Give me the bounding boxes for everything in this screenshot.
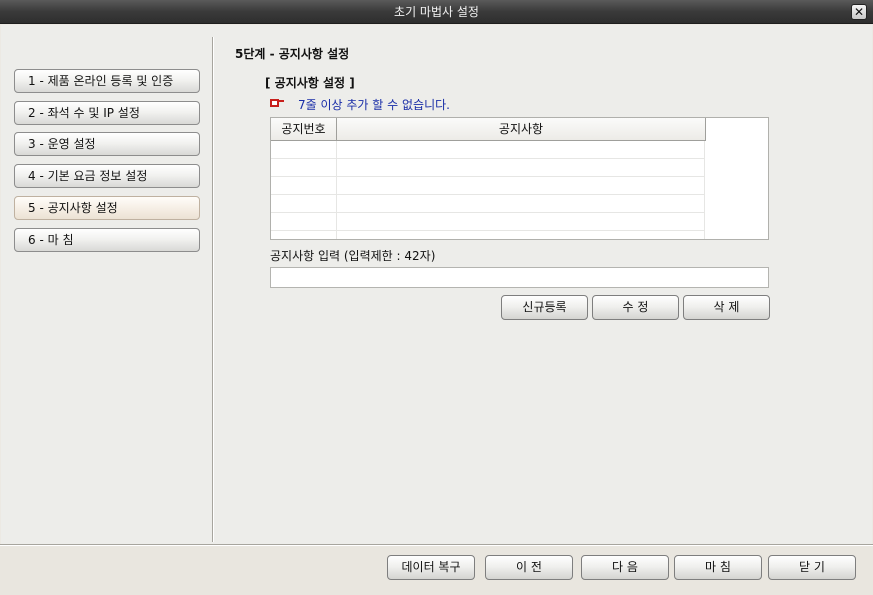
finish-button[interactable]: 마 침 bbox=[674, 555, 762, 580]
step-label: 5 - 공지사항 설정 bbox=[28, 201, 118, 215]
notice-table[interactable]: 공지번호 공지사항 bbox=[270, 117, 769, 240]
edit-button[interactable]: 수 정 bbox=[592, 295, 679, 320]
data-restore-button[interactable]: 데이터 복구 bbox=[387, 555, 475, 580]
column-header-notice[interactable]: 공지사항 bbox=[337, 118, 706, 140]
section-title: [ 공지사항 설정 ] bbox=[265, 76, 355, 90]
table-header: 공지번호 공지사항 bbox=[271, 118, 706, 141]
step-button-1[interactable]: 1 - 제품 온라인 등록 및 인증 bbox=[14, 69, 200, 93]
step-button-6[interactable]: 6 - 마 침 bbox=[14, 228, 200, 252]
step-button-2[interactable]: 2 - 좌석 수 및 IP 설정 bbox=[14, 101, 200, 125]
close-icon[interactable]: ✕ bbox=[851, 4, 867, 20]
delete-button[interactable]: 삭 제 bbox=[683, 295, 770, 320]
panel-divider bbox=[212, 37, 214, 542]
window-title: 초기 마법사 설정 bbox=[394, 5, 479, 19]
step-label: 4 - 기본 요금 정보 설정 bbox=[28, 169, 148, 183]
next-button[interactable]: 다 음 bbox=[581, 555, 669, 580]
close-button[interactable]: 닫 기 bbox=[768, 555, 856, 580]
step-button-4[interactable]: 4 - 기본 요금 정보 설정 bbox=[14, 164, 200, 188]
step-label: 6 - 마 침 bbox=[28, 233, 74, 247]
column-header-number[interactable]: 공지번호 bbox=[271, 118, 337, 140]
title-bar: 초기 마법사 설정 ✕ bbox=[0, 0, 873, 24]
step-label: 3 - 운영 설정 bbox=[28, 137, 96, 151]
column-divider bbox=[336, 141, 337, 239]
step-button-5[interactable]: 5 - 공지사항 설정 bbox=[14, 196, 200, 220]
step-label: 2 - 좌석 수 및 IP 설정 bbox=[28, 106, 140, 120]
step-button-3[interactable]: 3 - 운영 설정 bbox=[14, 132, 200, 156]
warning-text: 7줄 이상 추가 할 수 없습니다. bbox=[298, 98, 450, 112]
hand-pointer-icon bbox=[270, 99, 284, 107]
notice-input-label: 공지사항 입력 (입력제한 : 42자) bbox=[270, 249, 436, 263]
notice-input[interactable] bbox=[270, 267, 769, 288]
step-label: 1 - 제품 온라인 등록 및 인증 bbox=[28, 74, 174, 88]
page-title: 5단계 - 공지사항 설정 bbox=[235, 47, 350, 61]
prev-button[interactable]: 이 전 bbox=[485, 555, 573, 580]
register-button[interactable]: 신규등록 bbox=[501, 295, 588, 320]
column-divider bbox=[704, 141, 705, 239]
table-blank-area bbox=[706, 118, 768, 239]
